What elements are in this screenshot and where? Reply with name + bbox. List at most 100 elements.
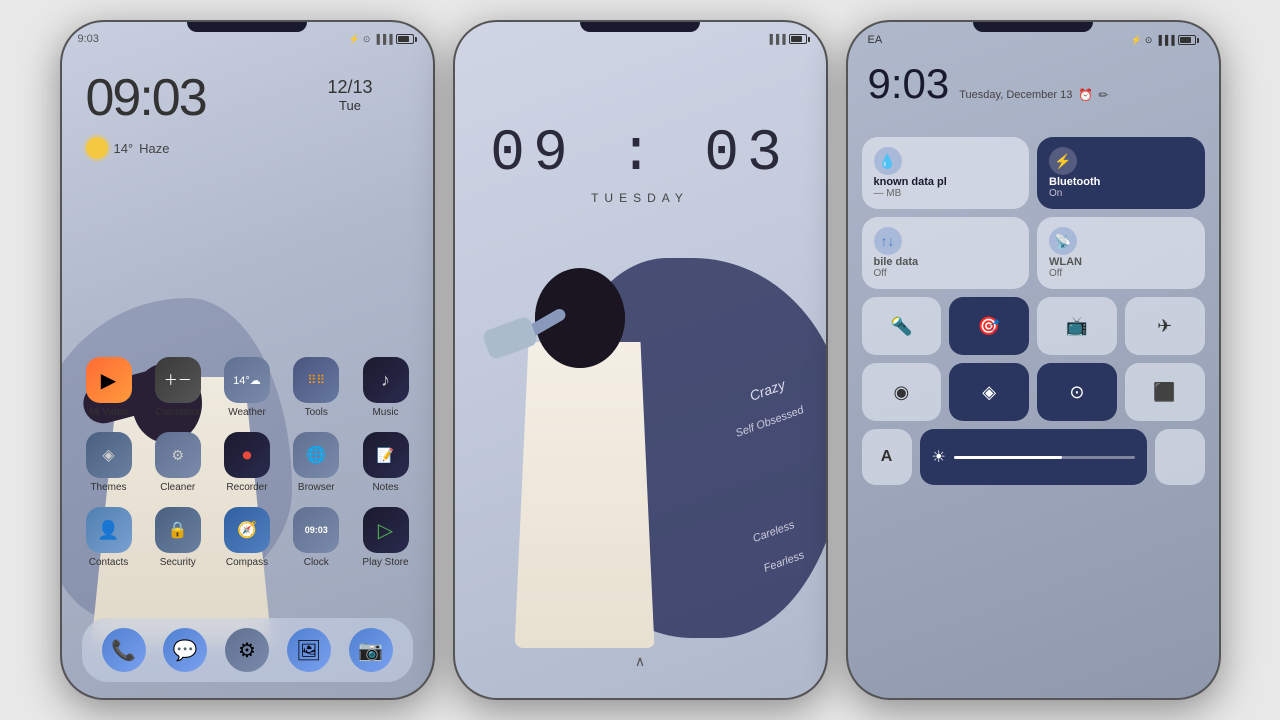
mobiledata-sub: Off	[874, 268, 1018, 279]
cc-tile-airplane[interactable]: ✈	[1125, 297, 1205, 355]
lock-battery	[789, 34, 810, 44]
app-calculator[interactable]: ＋－ Calculator	[151, 357, 205, 418]
wlan-title: WLAN	[1049, 256, 1193, 268]
clock-widget: 09:03	[86, 72, 206, 124]
mobiledata-info: bile data Off	[874, 256, 1018, 279]
brightness-fill	[954, 456, 1062, 459]
cc-small-row-1: 🔦 🎯 📺 ✈	[862, 297, 1205, 355]
brightness-track	[954, 456, 1135, 459]
cc-date: Tuesday, December 13 ⏰ ✏	[959, 88, 1108, 102]
app-mivideo[interactable]: ▶ Mi Video	[82, 357, 136, 418]
cc-edit-icon[interactable]: ✏	[1098, 88, 1108, 102]
app-icon-img: 🔒	[155, 507, 201, 553]
water-sub: — MB	[874, 188, 1018, 199]
dock-camera[interactable]: 📷	[349, 628, 393, 672]
font-label: A	[881, 448, 893, 466]
wifi-icon: ⊙	[363, 34, 371, 45]
cc-tile-privacy[interactable]: ◉	[862, 363, 942, 421]
water-title: known data pl	[874, 176, 1018, 188]
dock-settings[interactable]: ⚙	[225, 628, 269, 672]
app-icon-img: 📝	[363, 432, 409, 478]
app-icon-img: 🌐	[293, 432, 339, 478]
date-widget: 12/13 Tue	[327, 77, 372, 113]
mobiledata-icon: ↑↓	[874, 227, 902, 255]
bluetooth-status-icon: ⚡	[349, 34, 360, 45]
cc-time: 9:03	[868, 60, 950, 108]
date-day: Tue	[327, 98, 372, 113]
cc-tile-bluetooth[interactable]: ⚡ Bluetooth On	[1037, 137, 1205, 209]
app-contacts[interactable]: 👤 Contacts	[82, 507, 136, 568]
app-tools[interactable]: ⠿⠿ Tools	[289, 357, 343, 418]
condition: Haze	[139, 141, 169, 156]
cc-small-row-2: ◉ ◈ ⊙ ⬛	[862, 363, 1205, 421]
app-compass[interactable]: 🧭 Compass	[220, 507, 274, 568]
cc-brightness-row: A ☀	[862, 429, 1205, 485]
water-icon-area: 💧	[874, 147, 1018, 175]
wlan-sub: Off	[1049, 268, 1193, 279]
app-icon-img: 14°☁	[224, 357, 270, 403]
mobiledata-icon-area: ↑↓	[874, 227, 1018, 255]
dock-messages[interactable]: 💬	[163, 628, 207, 672]
app-label: Compass	[226, 557, 268, 568]
battery-icon	[396, 34, 417, 44]
cc-tile-flashlight[interactable]: 🔦	[862, 297, 942, 355]
cc-tile-focus[interactable]: 🎯	[949, 297, 1029, 355]
cc-tile-video[interactable]: ⬛	[1125, 363, 1205, 421]
lockscreen-status-bar: ▐▐▐	[455, 22, 826, 50]
app-label: Mi Video	[89, 407, 128, 418]
app-label: Notes	[372, 482, 398, 493]
app-label: Contacts	[89, 557, 128, 568]
wlan-info: WLAN Off	[1049, 256, 1193, 279]
brightness-sun-icon: ☀	[932, 447, 946, 467]
app-weather[interactable]: 14°☁ Weather	[220, 357, 274, 418]
cc-bluetooth-icon: ⚡	[1131, 35, 1142, 46]
dock-gallery[interactable]: 🖼	[287, 628, 331, 672]
weather-widget: 14° Haze	[86, 137, 170, 159]
water-icon: 💧	[874, 147, 902, 175]
app-security[interactable]: 🔒 Security	[151, 507, 205, 568]
app-icon-img: 🧭	[224, 507, 270, 553]
lockscreen-time: 09 : 03	[455, 122, 826, 187]
app-label: Calculator	[155, 407, 200, 418]
cc-alarm-icon[interactable]: ⏰	[1078, 88, 1093, 102]
cc-tile-water[interactable]: 💧 known data pl — MB	[862, 137, 1030, 209]
app-recorder[interactable]: ⏺ Recorder	[220, 432, 274, 493]
app-label: Browser	[298, 482, 335, 493]
lockscreen-clock: 09 : 03 TUESDAY	[455, 122, 826, 205]
app-music[interactable]: ♪ Music	[359, 357, 413, 418]
app-icon-img: ♪	[363, 357, 409, 403]
cc-clock-row: 9:03 Tuesday, December 13 ⏰ ✏	[868, 60, 1199, 108]
bluetooth-sub: On	[1049, 188, 1193, 199]
status-time: 9:03	[78, 33, 99, 45]
app-clock[interactable]: 09:03 Clock	[289, 507, 343, 568]
cc-tile-wlan[interactable]: 📡 WLAN Off	[1037, 217, 1205, 289]
app-notes[interactable]: 📝 Notes	[359, 432, 413, 493]
app-themes[interactable]: ◈ Themes	[82, 432, 136, 493]
cc-date-action-icons: ⏰ ✏	[1078, 88, 1108, 102]
app-icon-img: ▶	[86, 357, 132, 403]
cc-tile-location[interactable]: ◈	[949, 363, 1029, 421]
cc-date-text: Tuesday, December 13	[959, 89, 1072, 101]
app-label: Play Store	[362, 557, 408, 568]
app-dock: 📞 💬 ⚙ 🖼 📷	[82, 618, 413, 682]
app-icon-img: ⏺	[224, 432, 270, 478]
cc-brightness-slider[interactable]: ☀	[920, 429, 1147, 485]
app-label: Weather	[228, 407, 266, 418]
bluetooth-info: Bluetooth On	[1049, 176, 1193, 199]
app-cleaner[interactable]: ⚙ Cleaner	[151, 432, 205, 493]
cc-font-size-tile[interactable]: A	[862, 429, 912, 485]
cc-extra-tile[interactable]	[1155, 429, 1205, 485]
date-number: 12/13	[327, 77, 372, 98]
cc-tile-cast[interactable]: 📺	[1037, 297, 1117, 355]
mobiledata-title: bile data	[874, 256, 1018, 268]
lockscreen-status-icons: ▐▐▐	[766, 34, 809, 44]
app-browser[interactable]: 🌐 Browser	[289, 432, 343, 493]
cc-tile-autorotate[interactable]: ⊙	[1037, 363, 1117, 421]
dock-phone[interactable]: 📞	[102, 628, 146, 672]
lock-signal: ▐▐▐	[766, 34, 785, 44]
app-playstore[interactable]: ▷ Play Store	[359, 507, 413, 568]
status-icons: ⚡ ⊙ ▐▐▐	[349, 34, 417, 45]
cc-tile-mobiledata[interactable]: ↑↓ bile data Off	[862, 217, 1030, 289]
app-icon-img: ▷	[363, 507, 409, 553]
person-lockscreen	[485, 268, 685, 648]
